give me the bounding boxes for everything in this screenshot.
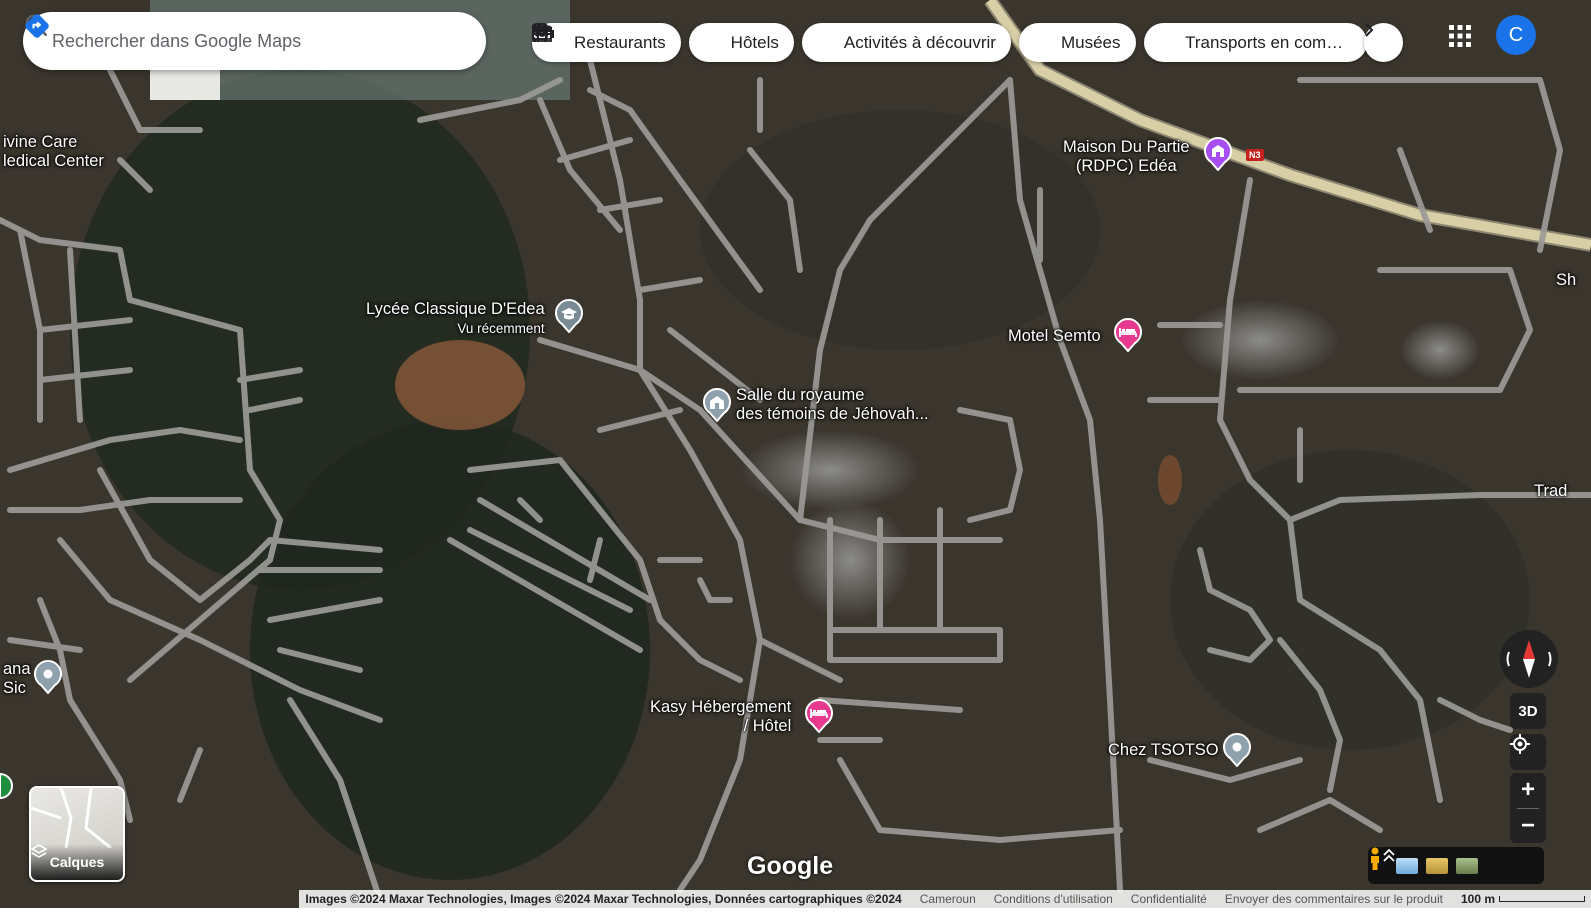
chip-label: Restaurants [574, 32, 666, 52]
hotel-icon [805, 699, 833, 733]
attribution-text: Images ©2024 Maxar Technologies, Images … [305, 892, 902, 906]
civic-building-icon [1204, 137, 1232, 171]
place-marker-icon [34, 660, 62, 694]
country-link[interactable]: Cameroun [920, 892, 976, 906]
place-label-divine-care[interactable]: ivine Care ledical Center [3, 133, 104, 171]
compass[interactable] [1500, 630, 1558, 688]
chevron-right-icon [1365, 23, 1374, 37]
chip-label: Activités à découvrir [843, 32, 996, 52]
park-icon [0, 772, 13, 800]
layers-label: Calques [49, 854, 105, 870]
apps-grid-icon[interactable] [1446, 22, 1474, 50]
layers-thumbnail [31, 788, 112, 848]
category-chips: Restaurants Hôtels Activités à découvrir… [532, 23, 1367, 62]
camera-icon [532, 23, 836, 54]
search-input[interactable] [52, 30, 368, 52]
my-location-button[interactable] [1510, 734, 1546, 770]
search-box [23, 12, 486, 70]
place-of-worship-icon [703, 388, 731, 422]
chip-hotels[interactable]: Hôtels [532, 23, 794, 62]
layers-button[interactable]: Calques [29, 786, 125, 882]
satellite-map[interactable]: Restaurants Hôtels Activités à découvrir… [0, 0, 1591, 920]
place-label-sh[interactable]: Sh [1556, 271, 1576, 290]
chip-transit[interactable]: Transports en comm... [532, 23, 1367, 62]
chip-activities[interactable]: Activités à découvrir [532, 23, 1011, 62]
privacy-link[interactable]: Confidentialité [1131, 892, 1207, 906]
pegman-icon[interactable] [1368, 847, 1382, 871]
school-icon [555, 299, 583, 333]
chips-next-button[interactable] [1364, 23, 1403, 62]
imagery-strip [1368, 847, 1544, 884]
directions-icon[interactable] [25, 14, 468, 61]
place-marker-icon [1223, 733, 1251, 767]
place-label-lycee[interactable]: Lycée Classique D'Edea Vu récemment [366, 300, 545, 338]
account-avatar[interactable]: C [1496, 15, 1536, 55]
imagery-thumbnail-sky[interactable] [1396, 857, 1418, 874]
chip-museums[interactable]: Musées [532, 23, 1136, 62]
footer: Images ©2024 Maxar Technologies, Images … [0, 890, 1591, 908]
place-label-kasy[interactable]: Kasy Hébergement / Hôtel [650, 698, 791, 736]
expand-up-icon[interactable] [1382, 847, 1396, 863]
chip-label: Musées [1060, 32, 1121, 52]
compass-icon [1506, 640, 1552, 678]
chip-label: Transports en comm... [1185, 32, 1352, 52]
zoom-in-button[interactable]: + [1510, 773, 1546, 808]
bus-icon [532, 23, 1178, 54]
hotel-icon [532, 25, 723, 54]
chip-restaurants[interactable]: Restaurants [532, 23, 681, 62]
search-icon[interactable] [25, 14, 418, 61]
hotel-icon [1114, 318, 1142, 352]
place-label-tsotso[interactable]: Chez TSOTSO [1108, 741, 1219, 760]
imagery-thumbnail-sand[interactable] [1426, 857, 1448, 874]
scale-bar[interactable]: 100 m [1461, 892, 1585, 906]
museum-icon [532, 23, 1053, 54]
bottom-strip [0, 908, 1591, 920]
my-location-icon [1510, 734, 1530, 754]
place-label-maison[interactable]: Maison Du Partie (RDPC) Edéa [1063, 138, 1190, 176]
feedback-link[interactable]: Envoyer des commentaires sur le produit [1225, 892, 1443, 906]
place-label-trad[interactable]: Trad [1534, 482, 1567, 501]
place-label-salle[interactable]: Salle du royaume des témoins de Jéhovah.… [736, 386, 929, 424]
place-label-ana[interactable]: ana Sic [3, 660, 31, 698]
road-badge-n3: N3 [1246, 149, 1264, 161]
zoom-out-button[interactable]: − [1510, 808, 1546, 843]
chip-label: Hôtels [730, 32, 779, 52]
imagery-thumbnail-field[interactable] [1456, 857, 1478, 874]
tilt-3d-button[interactable]: 3D [1510, 693, 1546, 729]
zoom-controls: + − [1510, 773, 1546, 843]
map-imagery [0, 0, 1591, 920]
terms-link[interactable]: Conditions d'utilisation [994, 892, 1113, 906]
place-label-motel[interactable]: Motel Semto [1008, 327, 1101, 346]
layers-icon [31, 844, 47, 858]
google-logo: Google [747, 852, 834, 880]
